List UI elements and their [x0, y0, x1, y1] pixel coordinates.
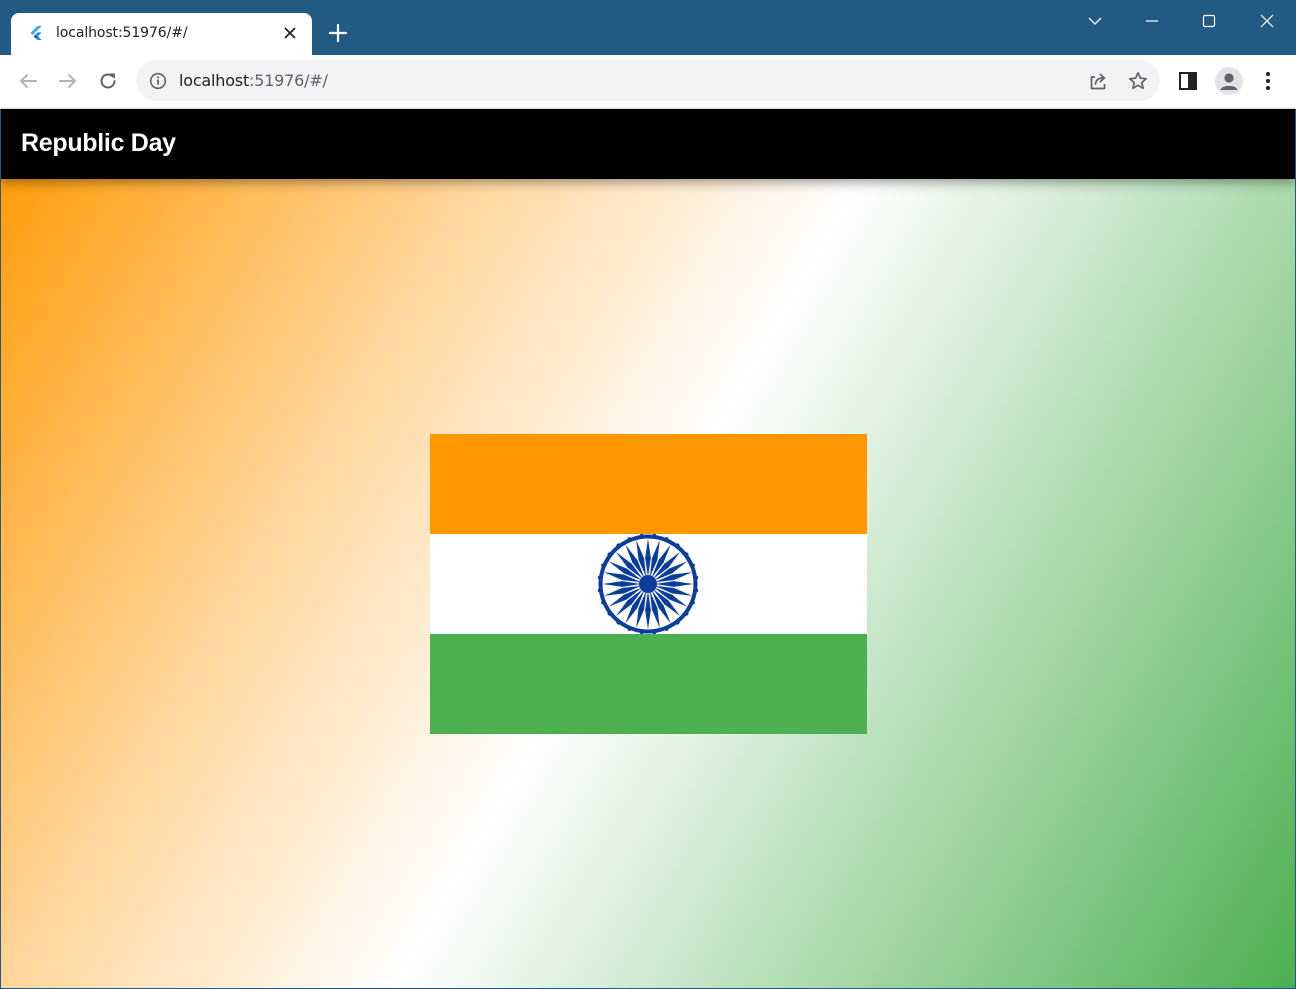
profile-avatar-icon[interactable] [1215, 67, 1243, 95]
close-tab-icon[interactable] [282, 25, 298, 41]
info-icon[interactable] [149, 72, 167, 90]
browser-title-bar: localhost:51976/#/ [0, 0, 1296, 55]
kebab-menu-icon[interactable] [1256, 69, 1280, 93]
new-tab-button[interactable] [326, 21, 350, 45]
chevron-down-icon[interactable] [1084, 10, 1106, 32]
app-viewport: Republic Day [1, 109, 1295, 988]
flutter-icon [30, 26, 42, 40]
share-icon[interactable] [1087, 70, 1109, 92]
flag-green-band [430, 634, 867, 734]
close-icon[interactable] [1256, 10, 1278, 32]
url-host: localhost [179, 71, 250, 90]
app-title: Republic Day [21, 129, 176, 157]
back-arrow-icon[interactable] [16, 69, 40, 93]
app-bar: Republic Day [1, 109, 1295, 179]
ashoka-chakra-icon [598, 534, 698, 634]
url-text[interactable]: localhost:51976/#/ [179, 71, 328, 90]
minimize-icon[interactable] [1141, 10, 1163, 32]
browser-toolbar: localhost:51976/#/ [0, 55, 1296, 109]
reload-icon[interactable] [96, 69, 120, 93]
forward-arrow-icon[interactable] [56, 69, 80, 93]
url-path: :51976/#/ [249, 71, 328, 90]
side-panel-icon[interactable] [1176, 69, 1200, 93]
maximize-icon[interactable] [1198, 10, 1220, 32]
address-bar[interactable]: localhost:51976/#/ [136, 60, 1160, 101]
tab-title: localhost:51976/#/ [56, 25, 188, 41]
star-icon[interactable] [1127, 70, 1149, 92]
indian-flag [430, 434, 867, 734]
person-icon [1220, 73, 1238, 90]
browser-tab[interactable]: localhost:51976/#/ [11, 13, 312, 55]
flag-saffron-band [430, 434, 867, 534]
